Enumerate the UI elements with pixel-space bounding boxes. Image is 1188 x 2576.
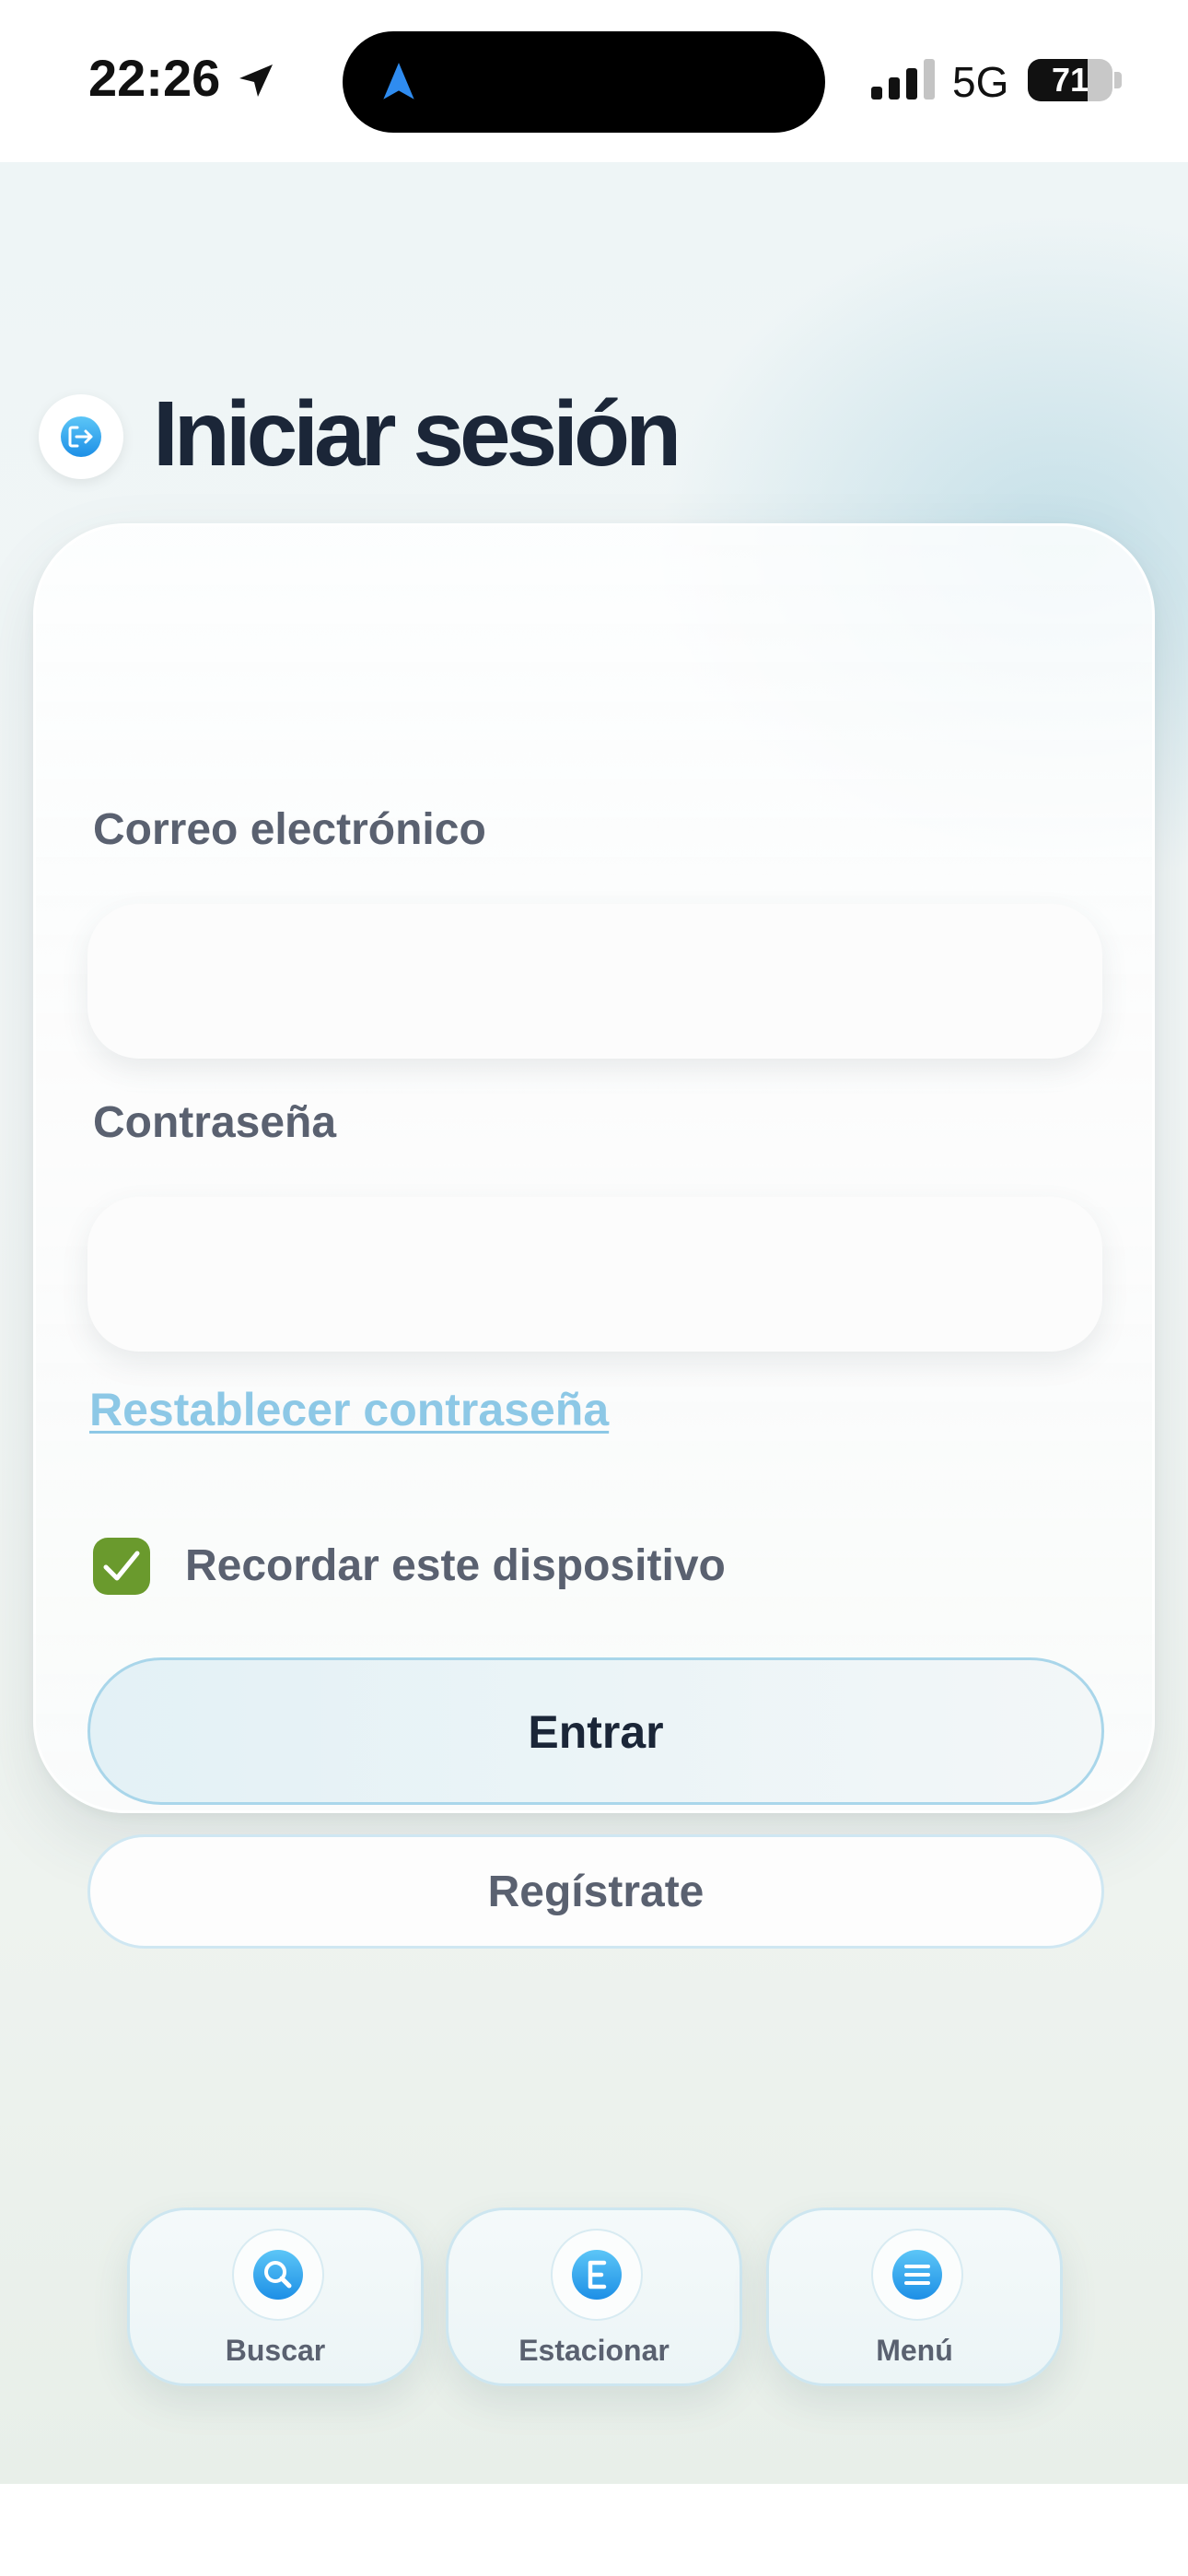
nav-search-button[interactable]: Buscar — [127, 2207, 424, 2386]
nav-park-button[interactable]: Estacionar — [446, 2207, 742, 2386]
remember-device-label: Recordar este dispositivo — [185, 1541, 726, 1590]
battery-percent: 71 — [1051, 61, 1089, 99]
password-field[interactable] — [87, 1197, 1102, 1352]
reset-password-link[interactable]: Restablecer contraseña — [89, 1383, 609, 1436]
nav-park-icon-wrap — [551, 2229, 643, 2321]
remember-device-checkbox[interactable] — [93, 1538, 150, 1595]
email-label: Correo electrónico — [93, 805, 486, 854]
login-card: Correo electrónico Contraseña Restablece… — [33, 523, 1155, 1949]
battery-tip — [1114, 72, 1122, 88]
nav-search-label: Buscar — [225, 2334, 326, 2367]
battery-icon: 71 — [1028, 59, 1112, 101]
nav-menu-icon-wrap — [871, 2229, 963, 2321]
page-title: Iniciar sesión — [153, 382, 681, 486]
search-icon — [253, 2250, 303, 2300]
nav-menu-label: Menú — [876, 2334, 953, 2367]
menu-icon — [892, 2250, 942, 2300]
nav-menu-button[interactable]: Menú — [766, 2207, 1063, 2386]
status-bar: 22:26 5G 71 — [0, 0, 1188, 162]
nav-park-label: Estacionar — [518, 2334, 670, 2367]
network-type: 5G — [952, 58, 1009, 106]
navigation-arrow-icon — [383, 63, 414, 100]
location-arrow-icon — [239, 64, 273, 97]
cellular-signal-icon — [871, 59, 935, 100]
checkmark-icon — [103, 1551, 140, 1581]
status-time: 22:26 — [88, 49, 221, 107]
password-label: Contraseña — [93, 1098, 337, 1147]
login-button[interactable]: Entrar — [87, 1657, 1104, 1805]
app-screen: Iniciar sesión Correo electrónico Contra… — [0, 162, 1188, 2484]
register-button[interactable]: Regístrate — [87, 1834, 1104, 1949]
parking-e-icon — [572, 2250, 622, 2300]
home-indicator-area — [0, 2484, 1188, 2576]
dynamic-island — [343, 31, 825, 133]
nav-search-icon-wrap — [232, 2229, 324, 2321]
login-arrow-icon — [61, 416, 101, 457]
login-icon-badge — [39, 394, 123, 479]
email-field[interactable] — [87, 904, 1102, 1059]
